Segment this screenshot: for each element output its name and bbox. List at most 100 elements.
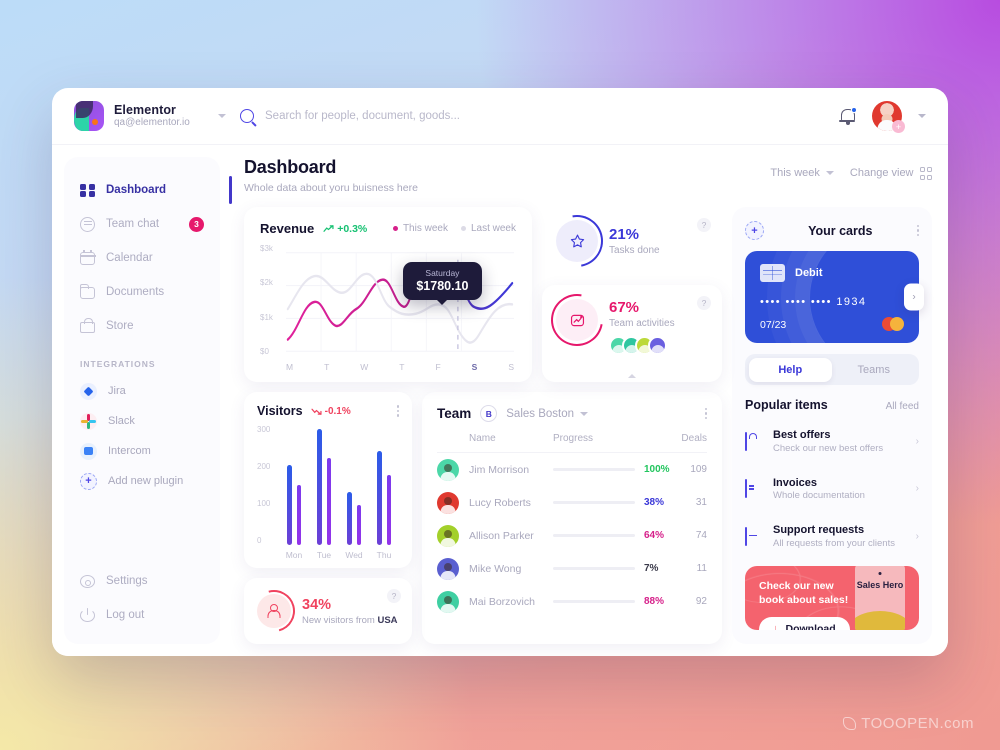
card-number: •••• •••• •••• 1934 bbox=[760, 296, 867, 308]
search-input[interactable] bbox=[265, 110, 585, 122]
legend-last-week: Last week bbox=[460, 223, 516, 234]
sidebar-item-label: Jira bbox=[108, 385, 126, 397]
book-cover: Sales Hero bbox=[855, 565, 905, 630]
popular-item-support-requests[interactable]: Support requests All requests from your … bbox=[745, 518, 919, 555]
new-visitors-card: 34% New visitors from USA ? bbox=[244, 578, 412, 644]
avatar bbox=[437, 491, 459, 514]
page-header: Dashboard Whole data about yoru buisness… bbox=[244, 157, 932, 194]
sidebar-item-calendar[interactable]: Calendar bbox=[64, 241, 220, 275]
table-row[interactable]: Mai Borzovich 88% 92 bbox=[437, 585, 707, 618]
change-view-button[interactable]: Change view bbox=[850, 167, 932, 180]
chat-icon bbox=[80, 216, 95, 232]
new-visitors-label: New visitors from USA bbox=[302, 614, 398, 626]
calendar-icon bbox=[79, 249, 96, 265]
revenue-y-axis: $3k $2k $1k $0 bbox=[260, 244, 273, 356]
cards-menu-button[interactable] bbox=[916, 224, 919, 237]
bar-group: Mon bbox=[286, 425, 302, 560]
change-view-label: Change view bbox=[849, 167, 914, 180]
visitors-y-axis: 300 200 100 0 bbox=[257, 425, 271, 545]
slack-icon bbox=[80, 412, 97, 430]
visitors-menu-button[interactable] bbox=[396, 405, 399, 417]
item-subtitle: Check our new best offers bbox=[773, 442, 884, 454]
table-row[interactable]: Allison Parker 64% 74 bbox=[437, 519, 707, 552]
download-button[interactable]: ↓ Download bbox=[759, 616, 850, 630]
tasks-progress-ring bbox=[540, 204, 614, 278]
revenue-delta: +0.3% bbox=[323, 223, 367, 235]
team-activities-ring bbox=[540, 283, 614, 357]
avatar bbox=[437, 458, 459, 481]
popular-item-best-offers[interactable]: Best offers Check our new best offers › bbox=[745, 423, 919, 460]
deals-count: 74 bbox=[695, 530, 707, 541]
person-icon bbox=[268, 604, 281, 618]
sidebar-item-label: Store bbox=[106, 320, 134, 332]
page-title: Dashboard bbox=[244, 157, 337, 177]
revenue-chart-card: Revenue +0.3% This week Last week $3k $2… bbox=[244, 207, 532, 382]
sidebar-item-label: Documents bbox=[106, 286, 165, 298]
revenue-title: Revenue bbox=[260, 221, 315, 236]
chevron-right-icon: › bbox=[915, 530, 919, 542]
panel-tabs: Help Teams bbox=[745, 354, 919, 385]
table-row[interactable]: Lucy Roberts 38% 31 bbox=[437, 486, 707, 519]
tooltip-day: Saturday bbox=[425, 268, 460, 278]
sidebar-item-log-out[interactable]: Log out bbox=[64, 598, 220, 632]
popular-item-invoices[interactable]: Invoices Whole documentation › bbox=[745, 471, 919, 508]
elementor-logo-icon bbox=[74, 101, 104, 131]
credit-card[interactable]: Debit •••• •••• •••• 1934 07/23 bbox=[745, 251, 919, 343]
new-visitors-value: 34% bbox=[302, 596, 332, 613]
deals-count: 11 bbox=[696, 563, 707, 574]
sidebar-item-intercom[interactable]: Intercom bbox=[64, 436, 220, 466]
table-row[interactable]: Mike Wong 7% 11 bbox=[437, 552, 707, 585]
app-body: Dashboard Team chat 3 Calendar Documents… bbox=[52, 145, 948, 656]
tab-teams[interactable]: Teams bbox=[832, 358, 916, 382]
all-feed-link[interactable]: All feed bbox=[886, 401, 919, 412]
store-icon bbox=[80, 318, 95, 333]
sidebar-item-settings[interactable]: Settings bbox=[64, 564, 220, 598]
sidebar-item-team-chat[interactable]: Team chat 3 bbox=[64, 207, 220, 241]
watermark: TOOOPEN.com bbox=[843, 715, 974, 732]
help-icon[interactable]: ? bbox=[697, 218, 711, 232]
chevron-right-icon: › bbox=[915, 483, 919, 495]
add-card-button[interactable]: + bbox=[745, 221, 764, 240]
period-selector[interactable]: This week bbox=[770, 167, 834, 179]
help-icon[interactable]: ? bbox=[387, 589, 401, 603]
tab-help[interactable]: Help bbox=[748, 357, 832, 382]
team-menu-button[interactable] bbox=[704, 407, 707, 420]
sidebar-section-title: INTEGRATIONS bbox=[80, 359, 156, 369]
unread-badge: 3 bbox=[189, 216, 204, 232]
legend-this-week: This week bbox=[392, 223, 448, 234]
plus-icon: + bbox=[80, 472, 97, 490]
trend-up-icon bbox=[323, 224, 334, 232]
jira-icon bbox=[80, 382, 97, 400]
collapse-icon[interactable] bbox=[628, 374, 636, 378]
sidebar-item-jira[interactable]: Jira bbox=[64, 376, 220, 406]
chevron-down-icon[interactable] bbox=[918, 114, 926, 118]
team-activities-card: 67% Team activities ? bbox=[540, 283, 722, 382]
column-header-deals: Deals bbox=[681, 433, 707, 444]
user-avatar[interactable]: + bbox=[872, 101, 905, 133]
team-activities-label: Team activities bbox=[609, 318, 675, 329]
brand-selector[interactable]: Elementor qa@elementor.io bbox=[74, 101, 226, 131]
item-title: Best offers bbox=[773, 429, 831, 441]
member-name: Mike Wong bbox=[469, 562, 522, 575]
avatar bbox=[437, 524, 459, 547]
sidebar-item-store[interactable]: Store bbox=[64, 309, 220, 343]
team-selector[interactable]: Sales Boston bbox=[506, 408, 589, 420]
sidebar-item-slack[interactable]: Slack bbox=[64, 406, 220, 436]
table-row[interactable]: Jim Morrison 100% 109 bbox=[437, 453, 707, 486]
sidebar-item-label: Slack bbox=[108, 415, 135, 427]
top-bar-actions: + bbox=[839, 101, 926, 133]
help-icon[interactable]: ? bbox=[697, 296, 711, 310]
chevron-down-icon bbox=[825, 171, 834, 176]
intercom-icon bbox=[80, 442, 97, 460]
notification-bell-icon[interactable] bbox=[839, 106, 857, 125]
sidebar-item-add-new-plugin[interactable]: + Add new plugin bbox=[64, 466, 220, 496]
sidebar-item-documents[interactable]: Documents bbox=[64, 275, 220, 309]
next-card-button[interactable]: › bbox=[904, 283, 924, 311]
progress-bar bbox=[553, 533, 635, 538]
sidebar-item-dashboard[interactable]: Dashboard bbox=[64, 173, 232, 207]
download-label: Download bbox=[785, 623, 836, 630]
member-name: Allison Parker bbox=[469, 529, 534, 542]
right-panel: + Your cards Debit •••• •••• •••• 1934 0… bbox=[732, 207, 932, 644]
sidebar-item-label: Settings bbox=[106, 575, 148, 587]
visitors-plot: Mon Tue Wed Thu bbox=[279, 425, 399, 560]
